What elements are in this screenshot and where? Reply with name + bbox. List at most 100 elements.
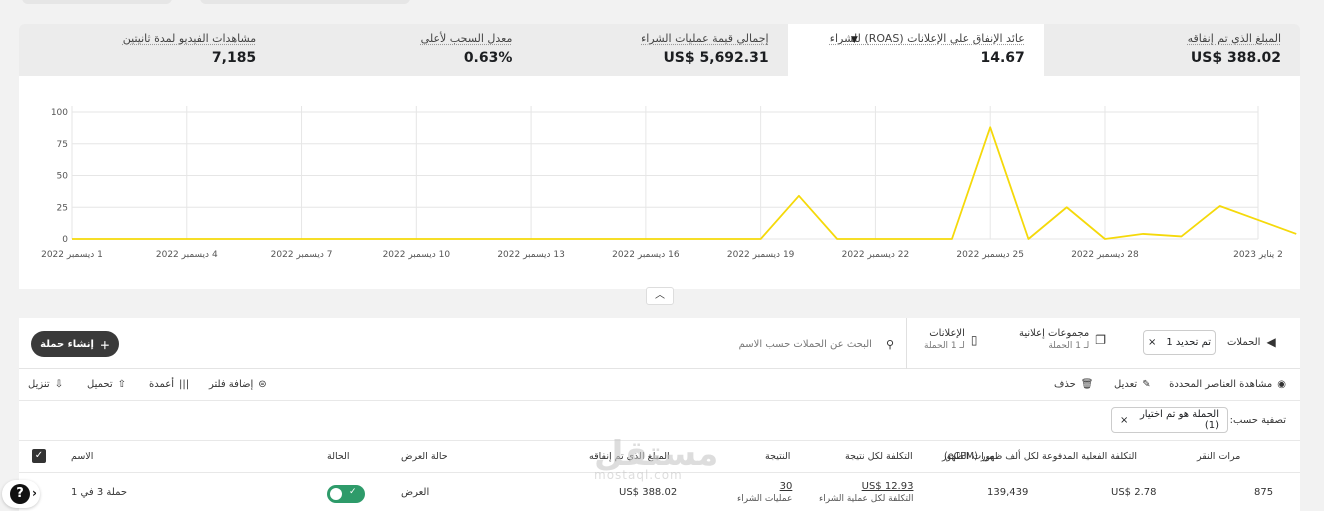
x-tick-label: 7 ديسمبر 2022: [271, 250, 333, 260]
edit-button[interactable]: ✎ تعديل: [1114, 379, 1151, 390]
delivery-status: العرض: [401, 487, 430, 498]
tab-ads-sub: لـ 1 الحملة: [924, 341, 965, 351]
x-tick-label: 13 ديسمبر 2022: [497, 250, 565, 260]
close-icon[interactable]: ×: [1120, 415, 1128, 426]
tabs-row: ＋ إنشاء حملة ⚲ البحث عن الحملات حسب الاس…: [19, 318, 1300, 369]
top-bar-shape: [200, 0, 410, 4]
cost-per-result-value[interactable]: US$ 12.93: [819, 481, 914, 492]
header-cpm[interactable]: التكلفة الفعلية المدفوعة لكل ألف ظهور (e…: [944, 451, 1137, 462]
header-delivery[interactable]: حالة العرض: [401, 451, 448, 462]
create-campaign-button[interactable]: ＋ إنشاء حملة: [31, 331, 119, 357]
search-placeholder: البحث عن الحملات حسب الاسم: [738, 338, 872, 350]
metric-label: المبلغ الذي تم إنفاقه: [1187, 32, 1281, 45]
close-icon[interactable]: ×: [1148, 337, 1156, 348]
metric-video-views[interactable]: مشاهدات الفيديو لمدة ثانيتين 7,185: [19, 24, 275, 76]
x-tick-label: 19 ديسمبر 2022: [727, 250, 795, 260]
metric-purchase-value[interactable]: إجمالي قيمة عمليات الشراء US$ 5,692.31: [531, 24, 787, 76]
metric-spent[interactable]: المبلغ الذي تم إنفاقه US$ 388.02: [1044, 24, 1300, 76]
tab-ads[interactable]: ▯ الإعلانات لـ 1 الحملة: [924, 328, 978, 351]
header-name[interactable]: الاسم: [71, 451, 93, 462]
header-clicks[interactable]: مرات النقر: [1197, 451, 1240, 462]
upload-button[interactable]: ⇧ تحميل: [87, 379, 126, 390]
select-all-checkbox[interactable]: ✓: [32, 449, 46, 463]
filter-chip-label: الحملة هو تم اختيار (1): [1139, 409, 1219, 431]
metric-label: معدل السحب لأعلى: [420, 32, 513, 45]
filter-icon: ⊜: [258, 379, 267, 390]
clicks-value: 875: [1254, 487, 1274, 498]
edit-label: تعديل: [1114, 379, 1138, 390]
x-tick-label: 10 ديسمبر 2022: [383, 250, 451, 260]
copy-icon: ❐: [1095, 332, 1107, 347]
line-chart: 0 25 50 75 100 1 ديسمبر 2022 4 ديسمبر 2022 7 دي…: [19, 76, 1300, 289]
cost-cell: US$ 12.93 التكلفة لكل عملية الشراء: [819, 481, 913, 504]
view-selected-label: مشاهدة العناصر المحددة: [1169, 379, 1273, 390]
top-bar-shape: [22, 0, 172, 4]
metric-value: 0.63%: [463, 50, 513, 66]
watermark-logo: مستقل mostaql.com: [594, 434, 718, 482]
add-filter-button[interactable]: ⊜ إضافة فلتر: [209, 379, 267, 390]
view-selected-button[interactable]: ◉ مشاهدة العناصر المحددة: [1169, 379, 1286, 390]
columns-label: أعمدة: [149, 379, 175, 390]
phone-icon: ▯: [970, 332, 978, 347]
metric-label: مشاهدات الفيديو لمدة ثانيتين: [122, 32, 257, 45]
x-tick-label: 22 ديسمبر 2022: [842, 250, 910, 260]
search-icon: ⚲: [885, 337, 894, 351]
y-tick-label: 75: [57, 140, 68, 150]
columns-icon: |||: [179, 379, 190, 390]
header-cost-per-result[interactable]: التكلفة لكل نتيجة: [845, 451, 913, 462]
metric-roas[interactable]: عائد الإنفاق على الإعلانات (ROAS) للشراء…: [787, 24, 1044, 76]
results-value[interactable]: 30: [737, 481, 793, 492]
delete-label: حذف: [1054, 379, 1076, 390]
y-tick-label: 100: [51, 108, 68, 118]
header-results[interactable]: النتيجة: [765, 451, 790, 462]
close-icon[interactable]: ›: [32, 486, 37, 500]
upload-label: تحميل: [87, 379, 113, 390]
results-cell: 30 عمليات الشراء: [737, 481, 792, 504]
columns-button[interactable]: ||| أعمدة: [149, 379, 189, 390]
help-icon: ?: [10, 484, 30, 504]
tab-campaigns[interactable]: ◀ الحملات: [1227, 335, 1276, 349]
metric-label: عائد الإنفاق على الإعلانات (ROAS) للشراء: [829, 32, 1025, 45]
metrics-bar: المبلغ الذي تم إنفاقه US$ 388.02 عائد ال…: [19, 24, 1300, 76]
pencil-icon: ✎: [1142, 379, 1151, 390]
chevron-up-icon[interactable]: ︿: [646, 287, 674, 305]
trash-icon: 🗑: [1080, 379, 1094, 390]
tab-ads-text: الإعلانات لـ 1 الحملة: [924, 328, 965, 351]
metric-swipe-rate[interactable]: معدل السحب لأعلى 0.63%: [275, 24, 531, 76]
x-tick-label: 1 ديسمبر 2022: [41, 250, 103, 260]
metric-label: إجمالي قيمة عمليات الشراء: [641, 32, 769, 45]
y-tick-label: 50: [57, 172, 69, 182]
spent-value: US$ 388.02: [619, 487, 678, 498]
status-toggle[interactable]: ✓: [327, 485, 365, 503]
tab-campaigns-label: الحملات: [1227, 336, 1261, 348]
campaign-name[interactable]: حملة 3 في 1: [71, 487, 127, 498]
add-filter-label: إضافة فلتر: [209, 379, 254, 390]
tab-adsets[interactable]: ❐ مجموعات إعلانية لـ 1 الحملة: [1019, 328, 1106, 351]
caret-down-icon[interactable]: ▼: [851, 35, 858, 45]
x-tick-label: 28 ديسمبر 2022: [1071, 250, 1139, 260]
y-tick-label: 25: [57, 203, 68, 213]
toolbar: ◉ مشاهدة العناصر المحددة ✎ تعديل 🗑 حذف ⊜…: [19, 369, 1300, 401]
x-tick-label: 25 ديسمبر 2022: [956, 250, 1024, 260]
download-icon: ⇩: [54, 379, 64, 390]
cpm-value: US$ 2.78: [1111, 487, 1157, 498]
delete-button[interactable]: 🗑 حذف: [1054, 379, 1094, 390]
cost-sub: التكلفة لكل عملية الشراء: [819, 494, 914, 504]
download-button[interactable]: ⇩ تنزيل: [28, 379, 63, 390]
eye-icon: ◉: [1277, 379, 1286, 390]
filter-label: تصفية حسب:: [1229, 415, 1286, 426]
divider: [906, 318, 907, 369]
help-button[interactable]: ? ›: [2, 480, 40, 508]
y-tick-label: 0: [62, 235, 68, 245]
header-status[interactable]: الحالة: [327, 451, 350, 462]
filter-chip[interactable]: الحملة هو تم اختيار (1) ×: [1111, 407, 1228, 433]
metric-value: 7,185: [211, 50, 257, 66]
selected-chip[interactable]: تم تحديد 1 ×: [1143, 330, 1216, 355]
search-input[interactable]: ⚲ البحث عن الحملات حسب الاسم: [579, 336, 894, 352]
selected-chip-label: تم تحديد 1: [1166, 337, 1212, 348]
campaigns-panel: ＋ إنشاء حملة ⚲ البحث عن الحملات حسب الاس…: [19, 318, 1300, 511]
chart-svg: 0 25 50 75 100 1 ديسمبر 2022 4 ديسمبر 2022 7 دي…: [41, 106, 1297, 260]
tab-adsets-text: مجموعات إعلانية لـ 1 الحملة: [1019, 328, 1089, 351]
x-tick-label: 16 ديسمبر 2022: [612, 250, 680, 260]
metric-value: US$ 5,692.31: [663, 50, 769, 66]
